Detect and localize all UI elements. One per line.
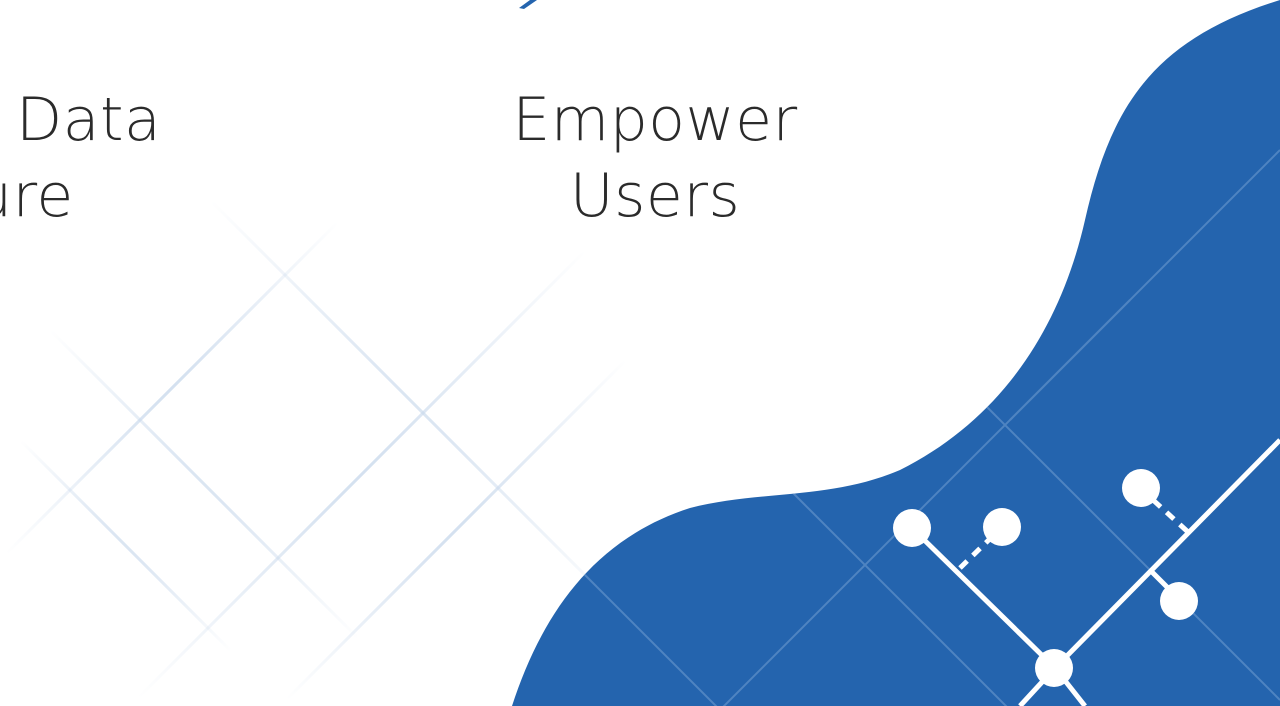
top-accent-mark [519,0,537,9]
left-heading: Data ure [0,82,196,234]
center-heading-line1: Empower [512,85,798,155]
center-heading-line2: Users [569,161,741,231]
left-heading-line2: ure [0,161,74,231]
left-heading-line1: Data [16,85,162,155]
slide-canvas: Data ure Empower Users [0,0,1280,706]
center-heading: Empower Users [500,82,810,234]
